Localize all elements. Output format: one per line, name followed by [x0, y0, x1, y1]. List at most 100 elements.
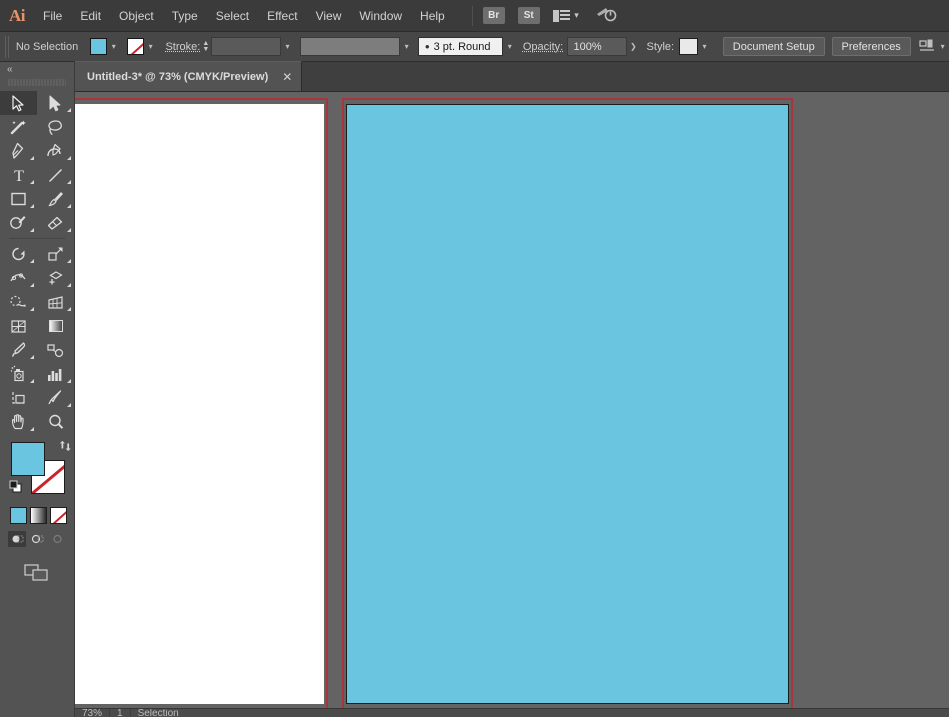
rectangle-tool[interactable]: [0, 187, 37, 211]
hand-tool[interactable]: [0, 410, 37, 434]
artboard-tool[interactable]: [0, 386, 37, 410]
free-transform-tool[interactable]: [37, 266, 74, 290]
zoom-tool[interactable]: [37, 410, 74, 434]
draw-normal-button[interactable]: [8, 531, 26, 547]
paintbrush-tool[interactable]: [37, 187, 74, 211]
swap-fill-stroke-icon[interactable]: [58, 440, 72, 456]
control-bar-overflow-chevron-icon[interactable]: ▾: [936, 37, 949, 56]
selection-status-label: No Selection: [15, 40, 79, 53]
stroke-label[interactable]: Stroke:: [165, 41, 200, 53]
control-bar-grip[interactable]: [4, 35, 10, 58]
eyedropper-tool[interactable]: [0, 338, 37, 362]
variable-width-profile-dropdown[interactable]: [299, 37, 401, 56]
collapse-panel-icon[interactable]: «: [0, 62, 74, 77]
menu-file[interactable]: File: [34, 0, 71, 32]
brush-definition-chevron-down-icon[interactable]: ▾: [503, 37, 516, 56]
status-bar: 73% 1 Selection: [75, 708, 949, 717]
bridge-button[interactable]: Br: [482, 7, 505, 24]
selection-tool[interactable]: [0, 91, 37, 115]
fill-color-swatch[interactable]: [11, 442, 45, 476]
scale-tool[interactable]: [37, 242, 74, 266]
status-artboard-number[interactable]: 1: [110, 709, 130, 717]
canvas-area[interactable]: [75, 92, 949, 717]
slice-tool[interactable]: [37, 386, 74, 410]
chevron-down-icon: ▾: [574, 10, 579, 20]
width-tool[interactable]: [0, 266, 37, 290]
shaper-pencil-tool[interactable]: [0, 211, 37, 235]
default-fill-stroke-icon[interactable]: [9, 480, 22, 496]
pen-tool[interactable]: [0, 139, 37, 163]
drawing-mode-buttons: [8, 531, 74, 547]
fill-swatch-icon[interactable]: [90, 38, 108, 55]
tools-panel: « T: [0, 62, 75, 717]
perspective-grid-tool[interactable]: [37, 290, 74, 314]
search-adobe-icon[interactable]: [595, 5, 617, 26]
change-screen-mode-icon: [24, 563, 50, 586]
style-label: Style:: [646, 40, 675, 53]
draw-behind-button[interactable]: [28, 531, 46, 547]
color-mode-button[interactable]: [10, 507, 27, 524]
stroke-none-swatch-icon[interactable]: [126, 38, 145, 55]
stroke-weight-input[interactable]: [211, 37, 282, 56]
curvature-tool[interactable]: [37, 139, 74, 163]
status-zoom-level[interactable]: 73%: [75, 709, 109, 717]
tools-divider: [9, 238, 65, 239]
status-tool-name[interactable]: Selection: [131, 709, 186, 717]
gradient-tool[interactable]: [37, 314, 74, 338]
stroke-weight-chevron-down-icon[interactable]: ▾: [281, 37, 294, 56]
draw-inside-button[interactable]: [48, 531, 66, 547]
menu-effect[interactable]: Effect: [258, 0, 306, 32]
brush-definition-label: 3 pt. Round: [433, 40, 491, 53]
menu-select[interactable]: Select: [207, 0, 258, 32]
opacity-flyout-arrow-icon[interactable]: ❯: [627, 37, 640, 56]
illustrator-window: Ai File Edit Object Type Select Effect V…: [0, 0, 949, 717]
rotate-tool[interactable]: [0, 242, 37, 266]
brush-bullet-icon: •: [425, 39, 430, 54]
gradient-mode-button[interactable]: [30, 507, 47, 524]
menu-view[interactable]: View: [307, 0, 351, 32]
fill-dropdown-chevron-down-icon[interactable]: ▾: [107, 37, 120, 56]
fill-stroke-controls: [9, 440, 74, 502]
menu-object[interactable]: Object: [110, 0, 163, 32]
close-icon[interactable]: ✕: [282, 71, 292, 83]
width-profile-chevron-down-icon[interactable]: ▾: [400, 37, 413, 56]
menu-window[interactable]: Window: [350, 0, 411, 32]
menu-edit[interactable]: Edit: [71, 0, 110, 32]
direct-selection-tool[interactable]: [37, 91, 74, 115]
preferences-button[interactable]: Preferences: [831, 37, 911, 56]
magic-wand-tool[interactable]: [0, 115, 37, 139]
document-setup-button[interactable]: Document Setup: [722, 37, 825, 56]
stock-button[interactable]: St: [517, 7, 540, 24]
column-graph-tool[interactable]: [37, 362, 74, 386]
tool-group-transform: [0, 242, 74, 434]
artboard-1[interactable]: [75, 104, 324, 704]
shape-builder-tool[interactable]: [0, 290, 37, 314]
lasso-tool[interactable]: [37, 115, 74, 139]
symbol-sprayer-tool[interactable]: [0, 362, 37, 386]
type-tool[interactable]: T: [0, 163, 37, 187]
control-bar: No Selection ▾ ▾ Stroke: ▲ ▼ ▾ ▾ • 3 pt. …: [0, 32, 949, 62]
opacity-label[interactable]: Opacity:: [523, 41, 563, 53]
line-segment-tool[interactable]: [37, 163, 74, 187]
opacity-input[interactable]: 100%: [567, 37, 628, 56]
eraser-tool[interactable]: [37, 211, 74, 235]
cyan-rectangle[interactable]: [346, 104, 789, 704]
document-tab[interactable]: Untitled-3* @ 73% (CMYK/Preview) ✕: [75, 61, 303, 91]
mesh-tool[interactable]: [0, 314, 37, 338]
blend-tool[interactable]: [37, 338, 74, 362]
change-screen-mode-button[interactable]: [0, 563, 74, 586]
tools-panel-grip[interactable]: [8, 77, 66, 88]
color-mode-buttons: [10, 507, 74, 524]
menu-help[interactable]: Help: [411, 0, 454, 32]
stroke-dropdown-chevron-down-icon[interactable]: ▾: [144, 37, 157, 56]
menu-type[interactable]: Type: [163, 0, 207, 32]
graphic-style-swatch[interactable]: [679, 38, 699, 55]
document-tab-bar: Untitled-3* @ 73% (CMYK/Preview) ✕: [75, 61, 949, 92]
workspace-switcher-button[interactable]: ▾: [552, 9, 579, 22]
app-logo-icon: Ai: [9, 5, 26, 25]
align-to-artboard-icon[interactable]: [919, 38, 936, 56]
stroke-weight-stepper[interactable]: ▲ ▼: [200, 37, 211, 56]
brush-definition-dropdown[interactable]: • 3 pt. Round: [418, 37, 504, 56]
style-chevron-down-icon[interactable]: ▾: [698, 37, 711, 56]
none-mode-button[interactable]: [50, 507, 67, 524]
